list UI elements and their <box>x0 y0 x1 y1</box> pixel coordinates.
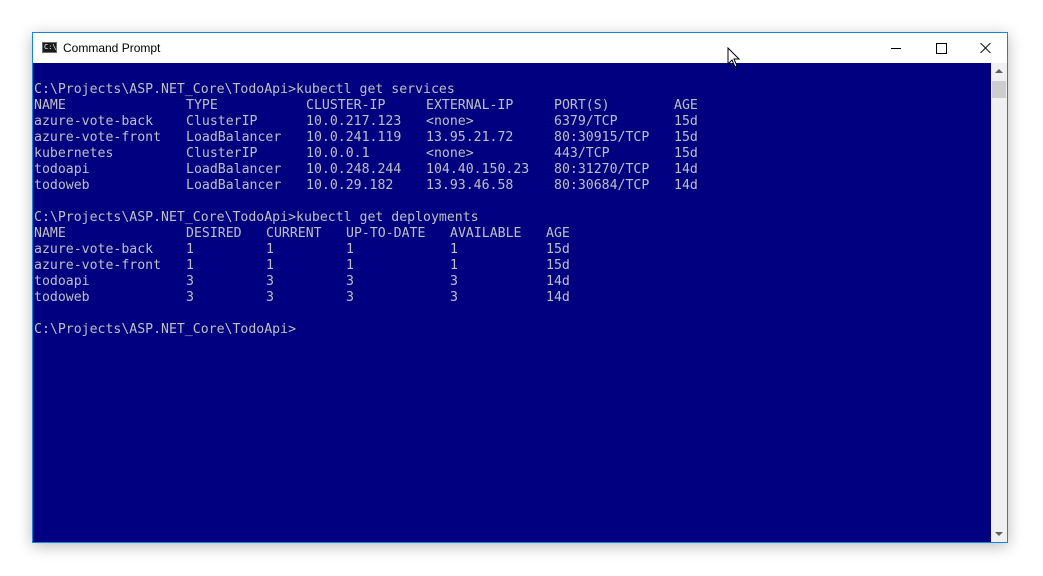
scroll-up-button[interactable] <box>991 63 1007 79</box>
service-age: 14d <box>674 178 698 193</box>
service-external-ip: <none> <box>426 114 474 129</box>
prompt-line-current[interactable]: C:\Projects\ASP.NET_Core\TodoApi> <box>34 322 296 338</box>
title-bar[interactable]: C:\ Command Prompt <box>33 33 1007 63</box>
prompt-line-deployments: C:\Projects\ASP.NET_Core\TodoApi>kubectl… <box>34 210 479 225</box>
services-header-row: NAME TYPE CLUSTER-IP EXTERNAL-IP PORT(S)… <box>34 98 698 114</box>
service-age: 15d <box>674 146 698 161</box>
deployments-header-desired: DESIRED <box>186 226 242 241</box>
deployment-current: 1 <box>266 258 274 273</box>
deployments-header-available: AVAILABLE <box>450 226 522 241</box>
deployment-desired: 3 <box>186 274 194 289</box>
service-age: 15d <box>674 130 698 145</box>
deployments-header-age: AGE <box>546 226 570 241</box>
deployments-header-row: NAME DESIRED CURRENT UP-TO-DATE AVAILABL… <box>34 226 570 242</box>
service-cluster-ip: 10.0.0.1 <box>306 146 370 161</box>
deployments-header-name: NAME <box>34 226 66 241</box>
deployment-available: 1 <box>450 242 458 257</box>
scroll-up-arrow-icon <box>995 69 1003 73</box>
services-row: todoweb LoadBalancer 10.0.29.182 13.93.4… <box>34 178 698 194</box>
service-ports: 80:30915/TCP <box>554 130 650 145</box>
deployments-row: todoweb 3 3 3 3 14d <box>34 290 570 306</box>
service-type: ClusterIP <box>186 146 258 161</box>
scroll-down-button[interactable] <box>991 526 1007 542</box>
service-type: LoadBalancer <box>186 130 282 145</box>
service-external-ip: 13.93.46.58 <box>426 178 514 193</box>
deployment-current: 1 <box>266 242 274 257</box>
deployment-name: todoweb <box>34 290 90 305</box>
vertical-scrollbar[interactable] <box>991 63 1007 542</box>
deployment-age: 14d <box>546 290 570 305</box>
deployment-age: 15d <box>546 242 570 257</box>
service-cluster-ip: 10.0.248.244 <box>306 162 402 177</box>
console-output[interactable]: C:\Projects\ASP.NET_Core\TodoApi>kubectl… <box>33 63 991 542</box>
service-external-ip: <none> <box>426 146 474 161</box>
service-ports: 443/TCP <box>554 146 610 161</box>
deployment-available: 3 <box>450 274 458 289</box>
service-name: kubernetes <box>34 146 114 161</box>
deployment-available: 1 <box>450 258 458 273</box>
scrollbar-thumb[interactable] <box>992 81 1006 98</box>
services-row: kubernetes ClusterIP 10.0.0.1 <none> 443… <box>34 146 698 162</box>
deployment-up-to-date: 1 <box>346 258 354 273</box>
deployment-up-to-date: 3 <box>346 290 354 305</box>
minimize-button[interactable] <box>873 33 919 63</box>
deployments-row: azure-vote-back 1 1 1 1 15d <box>34 242 570 258</box>
deployment-current: 3 <box>266 274 274 289</box>
prompt-line-services: C:\Projects\ASP.NET_Core\TodoApi>kubectl… <box>34 82 455 97</box>
service-ports: 80:30684/TCP <box>554 178 650 193</box>
deployments-row: todoapi 3 3 3 3 14d <box>34 274 570 290</box>
service-type: LoadBalancer <box>186 162 282 177</box>
services-header-age: AGE <box>674 98 698 113</box>
deployments-header-current: CURRENT <box>266 226 322 241</box>
close-button[interactable] <box>963 33 1009 63</box>
deployment-age: 14d <box>546 274 570 289</box>
services-row: azure-vote-back ClusterIP 10.0.217.123 <… <box>34 114 698 130</box>
deployment-name: azure-vote-back <box>34 242 154 257</box>
services-row: todoapi LoadBalancer 10.0.248.244 104.40… <box>34 162 698 178</box>
close-icon <box>980 42 992 54</box>
service-name: azure-vote-front <box>34 130 162 145</box>
services-header-name: NAME <box>34 98 66 113</box>
service-name: todoweb <box>34 178 90 193</box>
service-name: azure-vote-back <box>34 114 154 129</box>
command-prompt-app-icon[interactable]: C:\ <box>42 42 57 53</box>
services-header-cluster-ip: CLUSTER-IP <box>306 98 386 113</box>
services-header-external-ip: EXTERNAL-IP <box>426 98 514 113</box>
mouse-pointer-icon <box>727 47 741 68</box>
maximize-button[interactable] <box>918 33 964 63</box>
service-cluster-ip: 10.0.241.119 <box>306 130 402 145</box>
deployment-available: 3 <box>450 290 458 305</box>
maximize-icon <box>935 42 947 54</box>
deployment-up-to-date: 1 <box>346 242 354 257</box>
services-header-ports: PORT(S) <box>554 98 610 113</box>
minimize-icon <box>891 47 901 49</box>
service-age: 15d <box>674 114 698 129</box>
deployment-age: 15d <box>546 258 570 273</box>
deployment-desired: 1 <box>186 242 194 257</box>
window-title: Command Prompt <box>63 41 161 55</box>
service-cluster-ip: 10.0.29.182 <box>306 178 394 193</box>
service-external-ip: 13.95.21.72 <box>426 130 514 145</box>
deployments-row: azure-vote-front 1 1 1 1 15d <box>34 258 570 274</box>
scroll-down-arrow-icon <box>995 532 1003 536</box>
service-external-ip: 104.40.150.23 <box>426 162 530 177</box>
deployment-current: 3 <box>266 290 274 305</box>
service-type: ClusterIP <box>186 114 258 129</box>
command-prompt-window: C:\ Command Prompt C:\Projects\ASP.NET_C… <box>32 32 1008 543</box>
deployment-up-to-date: 3 <box>346 274 354 289</box>
services-header-type: TYPE <box>186 98 218 113</box>
service-age: 14d <box>674 162 698 177</box>
deployment-desired: 1 <box>186 258 194 273</box>
deployments-header-up-to-date: UP-TO-DATE <box>346 226 426 241</box>
service-name: todoapi <box>34 162 90 177</box>
service-cluster-ip: 10.0.217.123 <box>306 114 402 129</box>
deployment-desired: 3 <box>186 290 194 305</box>
deployment-name: todoapi <box>34 274 90 289</box>
service-ports: 80:31270/TCP <box>554 162 650 177</box>
service-ports: 6379/TCP <box>554 114 618 129</box>
deployment-name: azure-vote-front <box>34 258 162 273</box>
service-type: LoadBalancer <box>186 178 282 193</box>
services-row: azure-vote-front LoadBalancer 10.0.241.1… <box>34 130 698 146</box>
